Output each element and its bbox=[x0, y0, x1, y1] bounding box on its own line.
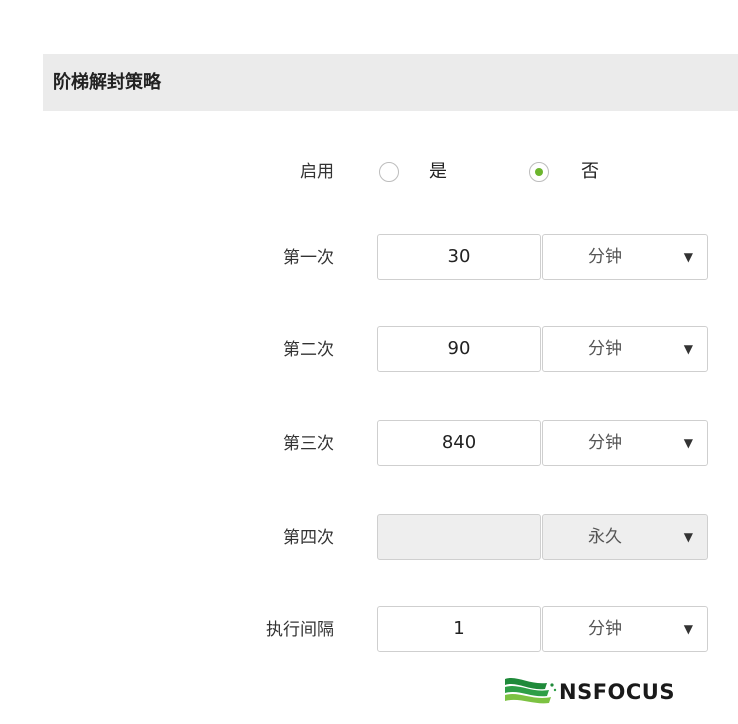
nsfocus-flag-icon bbox=[505, 678, 557, 704]
caret-down-icon: ▼ bbox=[683, 622, 693, 636]
radio-no[interactable]: 否 bbox=[529, 148, 619, 196]
caret-down-icon: ▼ bbox=[683, 342, 693, 356]
tier-4-duration-input bbox=[377, 514, 541, 560]
tier-4-label: 第四次 bbox=[283, 528, 334, 548]
interval-unit-select[interactable]: 分钟 ▼ bbox=[542, 606, 708, 652]
tier-row-4: 第四次 永久 ▼ bbox=[0, 514, 738, 562]
tier-1-label: 第一次 bbox=[283, 248, 334, 268]
radio-yes[interactable]: 是 bbox=[379, 148, 469, 196]
radio-no-circle[interactable] bbox=[529, 162, 549, 182]
interval-row: 执行间隔 1 分钟 ▼ bbox=[0, 606, 738, 654]
tier-1-unit-value: 分钟 bbox=[588, 247, 622, 267]
logo-text: NSFOCUS bbox=[559, 680, 675, 704]
radio-no-label[interactable]: 否 bbox=[581, 148, 599, 196]
caret-down-icon: ▼ bbox=[683, 530, 693, 544]
tier-row-2: 第二次 90 分钟 ▼ bbox=[0, 326, 738, 374]
tier-3-unit-value: 分钟 bbox=[588, 433, 622, 453]
interval-label: 执行间隔 bbox=[266, 620, 334, 640]
radio-selected-dot bbox=[535, 168, 543, 176]
enable-row: 启用 是 否 bbox=[0, 148, 738, 196]
radio-yes-circle[interactable] bbox=[379, 162, 399, 182]
nsfocus-logo: NSFOCUS bbox=[503, 672, 723, 712]
tier-2-unit-value: 分钟 bbox=[588, 339, 622, 359]
tier-4-unit-select[interactable]: 永久 ▼ bbox=[542, 514, 708, 560]
tier-2-label: 第二次 bbox=[283, 340, 334, 360]
section-header: 阶梯解封策略 bbox=[43, 54, 738, 111]
tier-4-unit-value: 永久 bbox=[588, 527, 622, 547]
enable-label: 启用 bbox=[300, 162, 334, 182]
tier-1-duration-input[interactable]: 30 bbox=[377, 234, 541, 280]
caret-down-icon: ▼ bbox=[683, 436, 693, 450]
tier-3-unit-select[interactable]: 分钟 ▼ bbox=[542, 420, 708, 466]
section-title: 阶梯解封策略 bbox=[53, 72, 161, 93]
tier-3-duration-input[interactable]: 840 bbox=[377, 420, 541, 466]
tier-2-unit-select[interactable]: 分钟 ▼ bbox=[542, 326, 708, 372]
caret-down-icon: ▼ bbox=[683, 250, 693, 264]
tier-1-unit-select[interactable]: 分钟 ▼ bbox=[542, 234, 708, 280]
interval-unit-value: 分钟 bbox=[588, 619, 622, 639]
tier-row-3: 第三次 840 分钟 ▼ bbox=[0, 420, 738, 468]
tier-3-label: 第三次 bbox=[283, 434, 334, 454]
interval-input[interactable]: 1 bbox=[377, 606, 541, 652]
tier-2-duration-input[interactable]: 90 bbox=[377, 326, 541, 372]
tier-row-1: 第一次 30 分钟 ▼ bbox=[0, 234, 738, 282]
radio-yes-label[interactable]: 是 bbox=[429, 148, 447, 196]
